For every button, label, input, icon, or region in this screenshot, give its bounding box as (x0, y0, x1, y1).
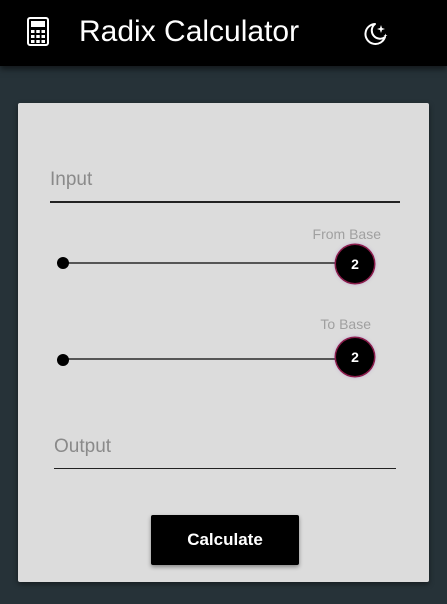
input-field[interactable] (50, 159, 400, 203)
moon-stars-icon[interactable] (361, 20, 389, 48)
output-field[interactable] (54, 425, 396, 469)
calculator-icon (27, 17, 49, 46)
to-base-slider-start (57, 354, 69, 366)
calculate-button[interactable]: Calculate (151, 515, 299, 565)
to-base-slider-track[interactable] (63, 358, 355, 360)
from-base-slider-start (57, 257, 69, 269)
converter-card: From Base 2 To Base 2 Calculate (18, 103, 429, 582)
from-base-label: From Base (312, 226, 381, 242)
from-base-slider-thumb[interactable]: 2 (336, 245, 374, 283)
app-bar: Radix Calculator (0, 0, 447, 66)
from-base-slider-track[interactable] (63, 262, 355, 264)
to-base-slider-thumb[interactable]: 2 (336, 338, 374, 376)
app-title: Radix Calculator (79, 15, 300, 48)
to-base-label: To Base (320, 316, 371, 332)
